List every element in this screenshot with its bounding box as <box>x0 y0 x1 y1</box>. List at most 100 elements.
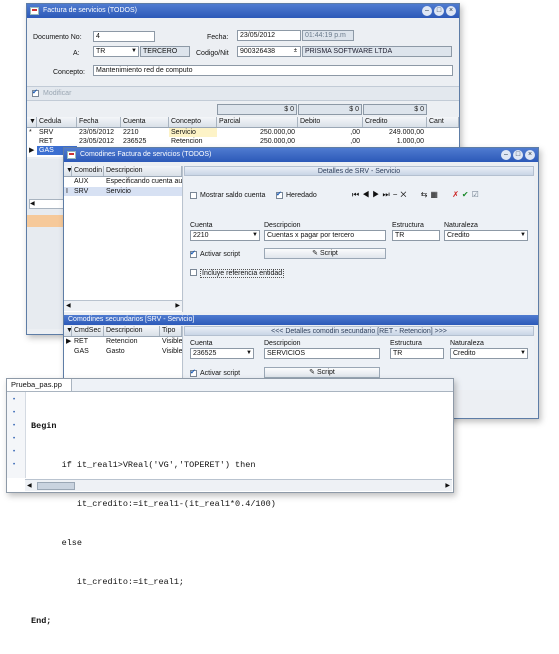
close-icon[interactable]: × <box>525 150 535 160</box>
table-row[interactable]: * SRV 23/05/2012 2210 Servicio 250.000,0… <box>27 128 459 137</box>
close-icon[interactable]: × <box>446 6 456 16</box>
col-cedula[interactable]: Cedula <box>37 117 77 127</box>
documento-field[interactable]: 4 <box>93 31 155 42</box>
minimize-icon[interactable]: – <box>501 150 511 160</box>
sec-naturaleza-combo[interactable]: Credito ▼ <box>450 348 528 359</box>
prior-record-icon[interactable]: ◀ <box>362 190 372 199</box>
a-combo[interactable]: TR ▼ <box>93 46 139 57</box>
fecha-field[interactable]: 23/05/2012 <box>237 30 301 41</box>
col-tipo[interactable]: Tipo <box>160 326 182 336</box>
a-name-field: TERCERO <box>140 46 190 57</box>
list-item[interactable]: ▶ RET Retencion Visible <box>64 337 182 346</box>
comodin-list-hscroll[interactable]: ◀ ▶ <box>64 300 182 311</box>
col-concepto[interactable]: Concepto <box>169 117 217 127</box>
scroll-right-icon[interactable]: ▶ <box>445 482 450 489</box>
modificar-bar: Modificar <box>27 86 459 101</box>
cell-concepto: Retencion <box>171 138 203 145</box>
maximize-icon[interactable]: □ <box>434 6 444 16</box>
minimize-icon[interactable]: – <box>422 6 432 16</box>
mostrar-saldo-checkbox[interactable] <box>190 192 197 199</box>
refresh-icon[interactable]: ⇆ <box>421 190 431 199</box>
chevron-down-icon[interactable]: ▼ <box>520 231 526 240</box>
sec-script-button[interactable]: ✎ Script <box>264 367 380 378</box>
cancel-record-icon[interactable]: ✕ <box>400 190 409 199</box>
lookup-icon[interactable]: ± <box>294 47 297 56</box>
estructura-field[interactable]: TR <box>392 230 440 241</box>
comodines-titlebar[interactable]: Comodines Factura de servicios (TODOS) –… <box>64 148 538 162</box>
reject-icon[interactable]: ✗ <box>452 190 462 199</box>
list-item-desc: Especificando cuenta au... <box>106 178 182 185</box>
naturaleza-label: Naturaleza <box>444 222 478 229</box>
editor-tab[interactable]: Prueba_pas.pp <box>7 379 72 391</box>
cell-fecha: 23/05/2012 <box>79 129 115 136</box>
sec-descripcion-field[interactable]: SERVICIOS <box>264 348 380 359</box>
naturaleza-combo[interactable]: Credito ▼ <box>444 230 528 241</box>
secundarios-title: Comodines secundarios [SRV - Servicio] <box>68 316 195 323</box>
col-fecha[interactable]: Fecha <box>77 117 121 127</box>
line-marker: • <box>13 397 16 403</box>
totals-bar: $ 0 $ 0 $ 0 <box>27 104 459 115</box>
next-record-icon[interactable]: ▶ <box>372 190 382 199</box>
maximize-icon[interactable]: □ <box>513 150 523 160</box>
heredado-checkbox[interactable] <box>276 190 283 199</box>
sec-marker-header: ▼ <box>64 326 72 336</box>
descripcion-field[interactable]: Cuentas x pagar por tercero <box>264 230 386 241</box>
sec-cuenta-combo[interactable]: 236525 ▼ <box>190 348 254 359</box>
modificar-label: Modificar <box>43 90 72 97</box>
fecha-label: Fecha: <box>207 34 229 41</box>
codigo-field[interactable]: 900326438 ± <box>237 46 301 57</box>
scroll-left-icon[interactable]: ◀ <box>27 482 32 489</box>
sec-estructura-field[interactable]: TR <box>390 348 444 359</box>
cell-credito: 1.000,00 <box>396 138 424 145</box>
table-row[interactable]: RET 23/05/2012 236525 Retencion 250.000,… <box>27 137 459 146</box>
chevron-down-icon[interactable]: ▼ <box>520 349 526 358</box>
grid-header: ▼ Cedula Fecha Cuenta Concepto Parcial D… <box>27 117 459 128</box>
grid-icon[interactable]: ▦ <box>430 190 441 199</box>
sec-activar-script-checkbox[interactable] <box>190 368 197 377</box>
col-credito[interactable]: Credito <box>363 117 427 127</box>
line-marker: • <box>13 462 16 468</box>
code-line: it_credito:=it_real1; <box>31 577 185 587</box>
chevron-down-icon[interactable]: ▼ <box>131 47 137 56</box>
editor-code[interactable]: Begin if it_real1>VReal('VG','TOPERET') … <box>31 394 441 626</box>
col-comodin[interactable]: Comodin <box>72 166 104 176</box>
col-cuenta[interactable]: Cuenta <box>121 117 169 127</box>
first-record-icon[interactable]: ⏮ <box>352 190 362 199</box>
chevron-down-icon[interactable]: ▼ <box>252 231 258 240</box>
scroll-right-icon[interactable]: ▶ <box>175 302 180 309</box>
cuenta-combo[interactable]: 2210 ▼ <box>190 230 260 241</box>
col-debito[interactable]: Debito <box>298 117 363 127</box>
script-button[interactable]: ✎ Script <box>264 248 386 259</box>
concepto-field[interactable]: Mantenimiento red de computo <box>93 65 453 76</box>
sec-naturaleza-label: Naturaleza <box>450 340 484 347</box>
col-descripcion[interactable]: Descripcion <box>104 166 182 176</box>
col-cmdsec[interactable]: CmdSec <box>72 326 104 336</box>
list-item[interactable]: AUX Especificando cuenta au... <box>64 177 182 186</box>
activar-script-label: Activar script <box>200 251 241 258</box>
sec-cuenta-value: 236525 <box>193 350 217 357</box>
checkbox-icon[interactable]: ☑ <box>472 190 482 199</box>
col-parcial[interactable]: Parcial <box>217 117 298 127</box>
col-cant[interactable]: Cant <box>427 117 459 127</box>
activar-script-checkbox[interactable] <box>190 249 197 258</box>
hora-field: 01:44:19 p.m <box>302 30 354 41</box>
incluye-referencia-checkbox[interactable] <box>190 269 197 276</box>
scroll-thumb[interactable] <box>37 482 75 490</box>
last-record-icon[interactable]: ⏭ <box>382 190 392 199</box>
incluye-referencia-label: Incluye referencia entidad <box>200 269 285 278</box>
cell-cuenta: 236525 <box>123 138 147 145</box>
code-line: End; <box>31 616 52 626</box>
chevron-down-icon[interactable]: ▼ <box>246 349 252 358</box>
factura-titlebar[interactable]: Factura de servicios (TODOS) – □ × <box>27 4 459 18</box>
main-left-scroll[interactable]: ◀ <box>29 199 64 209</box>
code-line: else <box>31 538 83 548</box>
accept-icon[interactable]: ✔ <box>462 190 472 199</box>
modificar-checkbox[interactable] <box>32 88 39 97</box>
scroll-left-icon[interactable]: ◀ <box>66 302 71 309</box>
documento-label: Documento No: <box>33 34 82 41</box>
list-item[interactable]: GAS Gasto Visible <box>64 347 182 356</box>
col-sec-descripcion[interactable]: Descripcion <box>104 326 160 336</box>
list-item-selected[interactable]: I SRV Servicio <box>64 187 182 196</box>
main-left-highlight <box>27 215 65 227</box>
editor-hscroll[interactable]: ◀ ▶ <box>25 479 452 491</box>
